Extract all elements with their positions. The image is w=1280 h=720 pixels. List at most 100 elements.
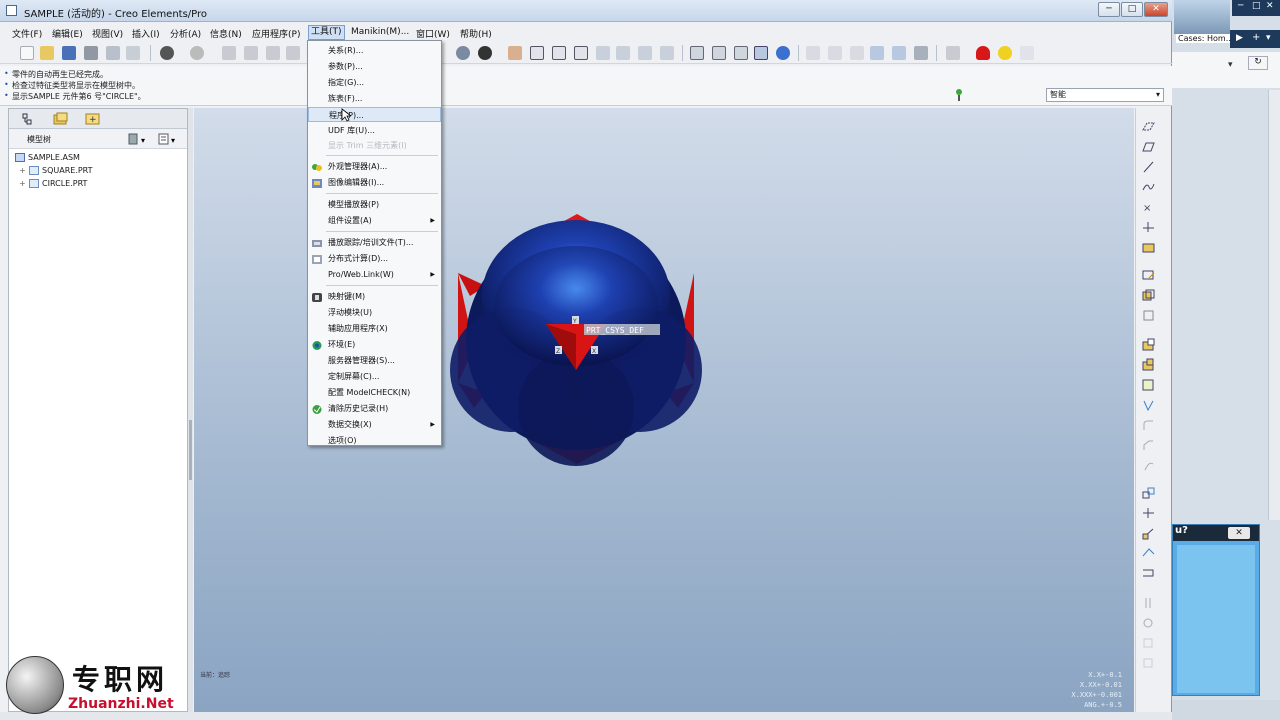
pan-icon[interactable] xyxy=(508,46,522,60)
favorites-tab-icon[interactable]: + xyxy=(85,112,101,126)
trim-tool-icon[interactable] xyxy=(1141,526,1156,540)
menu-item-model-player[interactable]: 模型播放器(P) xyxy=(308,197,441,212)
menu-applications[interactable]: 应用程序(P) xyxy=(252,27,300,40)
context-help-icon[interactable] xyxy=(1020,46,1034,60)
datum-plane-icon[interactable] xyxy=(806,46,820,60)
maximize-button[interactable]: □ xyxy=(1121,2,1143,17)
menu-edit[interactable]: 编辑(E) xyxy=(52,27,83,40)
chamfer-tool-icon[interactable] xyxy=(1141,438,1156,452)
dialog-close-button[interactable]: ✕ xyxy=(1228,527,1250,539)
round-tool-icon[interactable] xyxy=(1141,418,1156,432)
menu-item-web-link[interactable]: Pro/Web.Link(W) ▶ xyxy=(308,267,441,282)
folder-browser-tab-icon[interactable] xyxy=(53,112,69,126)
save-icon[interactable] xyxy=(62,46,76,60)
menu-analysis[interactable]: 分析(A) xyxy=(170,27,201,40)
print-icon[interactable] xyxy=(84,46,98,60)
cut-icon[interactable] xyxy=(222,46,236,60)
zoom-in-icon[interactable] xyxy=(530,46,544,60)
solidify-tool-icon[interactable] xyxy=(1141,596,1156,610)
bg-forward-icon[interactable]: ▶ xyxy=(1236,33,1243,43)
hole-tool-icon[interactable] xyxy=(1141,338,1156,352)
window-icon[interactable] xyxy=(106,46,120,60)
bg-close-icon[interactable]: ✕ xyxy=(1266,1,1274,11)
shell-tool-icon[interactable] xyxy=(1141,358,1156,372)
zoom-out-icon[interactable] xyxy=(552,46,566,60)
menu-item-modelcheck[interactable]: 配置 ModelCHECK(N) xyxy=(308,385,441,400)
curve-tool-icon[interactable] xyxy=(1141,180,1156,194)
reorient-icon[interactable] xyxy=(596,46,610,60)
expand-icon[interactable]: + xyxy=(19,164,29,177)
smiley-icon[interactable] xyxy=(998,46,1012,60)
menu-item-play-trail[interactable]: 播放跟踪/培训文件(T)... xyxy=(308,235,441,250)
thicken-tool-icon[interactable] xyxy=(1141,566,1156,580)
warp-tool-icon[interactable] xyxy=(1141,656,1156,670)
hidden-line-icon[interactable] xyxy=(712,46,726,60)
email-icon[interactable] xyxy=(126,46,140,60)
menu-item-server-manager[interactable]: 服务器管理器(S)... xyxy=(308,353,441,368)
expand-icon[interactable]: + xyxy=(19,177,29,190)
datum-plane-tool-icon[interactable] xyxy=(1141,120,1156,134)
menu-item-program[interactable]: 程序(P)... xyxy=(308,107,441,122)
menu-item-auxiliary-apps[interactable]: 辅助应用程序(X) xyxy=(308,321,441,336)
copy-icon[interactable] xyxy=(244,46,258,60)
bg-dropdown-icon[interactable]: ▾ xyxy=(1266,33,1271,43)
menu-tools[interactable]: 工具(T) xyxy=(308,25,345,40)
menu-item-image-editor[interactable]: 图像编辑器(I)... xyxy=(308,175,441,190)
axis-tool-icon[interactable] xyxy=(1141,160,1156,174)
style-tool-icon[interactable] xyxy=(1141,636,1156,650)
splitter-grip[interactable] xyxy=(189,420,192,480)
point-tool-icon[interactable]: × xyxy=(1141,200,1156,214)
boundary-tool-icon[interactable] xyxy=(1141,616,1156,630)
menu-window[interactable]: 窗口(W) xyxy=(416,27,450,40)
bg-minimize-icon[interactable]: ─ xyxy=(1238,1,1243,11)
saved-views-icon[interactable] xyxy=(616,46,630,60)
tree-show-icon[interactable]: ▾ xyxy=(157,132,181,146)
datum-point-icon[interactable] xyxy=(850,46,864,60)
new-file-icon[interactable] xyxy=(20,46,34,60)
revolve-tool-icon[interactable] xyxy=(1141,308,1156,322)
no-hidden-icon[interactable] xyxy=(734,46,748,60)
menu-item-environment[interactable]: 环境(E) xyxy=(308,337,441,352)
datum-axis-icon[interactable] xyxy=(828,46,842,60)
shaded-icon[interactable] xyxy=(754,46,768,60)
menu-item-distributed-computing[interactable]: 分布式计算(D)... xyxy=(308,251,441,266)
undo-icon[interactable] xyxy=(160,46,174,60)
bg-maximize-icon[interactable]: □ xyxy=(1252,1,1261,11)
menu-item-options[interactable]: 选项(O) xyxy=(308,433,441,448)
layers-icon[interactable] xyxy=(638,46,652,60)
refit-icon[interactable] xyxy=(574,46,588,60)
rib-tool-icon[interactable] xyxy=(1141,378,1156,392)
mirror-tool-icon[interactable] xyxy=(1141,486,1156,500)
paste-special-icon[interactable] xyxy=(286,46,300,60)
menu-item-customize-screen[interactable]: 定制屏幕(C)... xyxy=(308,369,441,384)
menu-item-assembly-settings[interactable]: 组件设置(A) ▶ xyxy=(308,213,441,228)
close-button[interactable]: ✕ xyxy=(1144,2,1168,17)
bg-refresh-icon[interactable]: ↻ xyxy=(1248,56,1268,70)
heart-icon[interactable] xyxy=(976,46,990,60)
tree-item[interactable]: + CIRCLE.PRT xyxy=(15,177,93,190)
menu-view[interactable]: 视图(V) xyxy=(92,27,123,40)
draft-tool-icon[interactable] xyxy=(1141,398,1156,412)
redo-icon[interactable] xyxy=(190,46,204,60)
menu-file[interactable]: 文件(F) xyxy=(12,27,42,40)
wireframe-icon[interactable] xyxy=(690,46,704,60)
minimize-button[interactable]: ─ xyxy=(1098,2,1120,17)
menu-help[interactable]: 帮助(H) xyxy=(460,27,492,40)
csys-tool-icon[interactable] xyxy=(1141,220,1156,234)
offset-tool-icon[interactable] xyxy=(1141,546,1156,560)
navigator-splitter[interactable] xyxy=(188,108,193,712)
view-manager-icon[interactable] xyxy=(660,46,674,60)
menu-item-floating-modules[interactable]: 浮动模块(U) xyxy=(308,305,441,320)
menu-item-relations[interactable]: 关系(R)... xyxy=(308,43,441,58)
menu-manikin[interactable]: Manikin(M)... xyxy=(351,27,409,37)
background-tab[interactable]: Cases: Hom... xyxy=(1176,34,1236,43)
bg-chevron-icon[interactable]: ▾ xyxy=(1228,60,1233,70)
menu-item-clear-history[interactable]: 清除历史记录(H) xyxy=(308,401,441,416)
pattern-tool-icon[interactable] xyxy=(1141,458,1156,472)
menu-info[interactable]: 信息(N) xyxy=(210,27,242,40)
menu-item-data-exchange[interactable]: 数据交换(X) ▶ xyxy=(308,417,441,432)
menu-item-assign[interactable]: 指定(G)... xyxy=(308,75,441,90)
menu-item-family-table[interactable]: 族表(F)... xyxy=(308,91,441,106)
spin-center-icon[interactable] xyxy=(914,46,928,60)
shading-icon[interactable] xyxy=(456,46,470,60)
